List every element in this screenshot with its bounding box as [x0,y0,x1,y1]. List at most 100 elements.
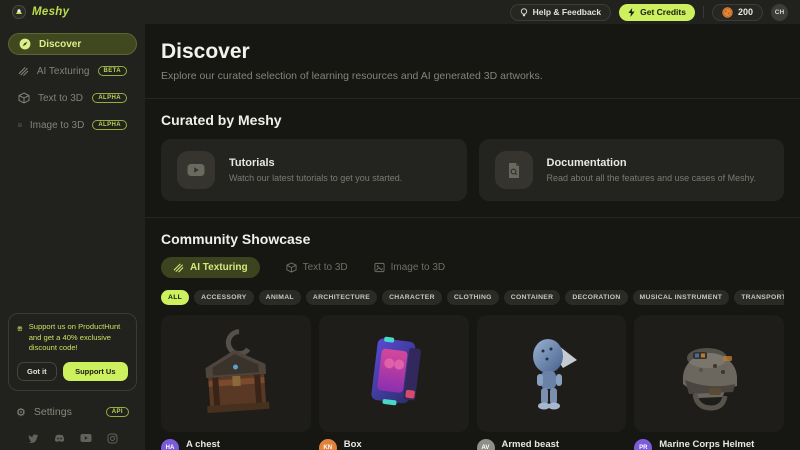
filter-all[interactable]: ALL [161,290,189,305]
page-title: Discover [161,40,784,64]
sidebar-item-discover[interactable]: Discover [8,33,137,55]
showcase-image-helmet[interactable] [634,315,784,432]
get-credits-button[interactable]: Get Credits [619,4,695,21]
author-avatar[interactable]: HA [161,439,179,450]
showcase-image-box[interactable] [319,315,469,432]
showcase-item-title: Armed beast [502,439,560,450]
image-icon [374,262,385,273]
tab-ai-texturing[interactable]: AI Texturing [161,257,260,278]
showcase-item: AV Armed beast AvAR [477,315,627,450]
sidebar-item-label: Discover [39,39,126,50]
producthunt-promo-card: Support us on ProductHunt and get a 40% … [8,313,137,391]
topbar: Meshy Help & Feedback Get Credits 200 [0,0,800,24]
youtube-icon[interactable] [80,433,92,443]
showcase-item: HA A chest Hannah [161,315,311,450]
cube-icon [18,92,30,104]
author-avatar[interactable]: KN [319,439,337,450]
filter-transportation[interactable]: TRANSPORTATION [734,290,784,305]
gear-icon: ⚙ [16,406,26,419]
sidebar-item-label: Image to 3D [30,120,84,131]
beta-badge: BETA [98,66,128,76]
divider [145,217,800,218]
filter-architecture[interactable]: ARCHITECTURE [306,290,377,305]
author-avatar[interactable]: AV [477,439,495,450]
social-links [0,433,145,444]
help-feedback-button[interactable]: Help & Feedback [510,4,612,21]
sidebar-item-ai-texturing[interactable]: AI Texturing BETA [8,60,137,82]
cube-icon [286,262,297,273]
compass-icon [19,38,31,50]
api-badge: API [106,407,129,417]
tab-text-to-3d[interactable]: Text to 3D [286,257,348,278]
topbar-separator [703,6,704,18]
get-credits-label: Get Credits [640,7,686,17]
lightning-icon [628,8,635,17]
author-avatar-initials: KN [323,445,332,450]
author-avatar-initials: AV [482,445,490,450]
got-it-button[interactable]: Got it [17,362,57,381]
filter-animal[interactable]: ANIMAL [259,290,301,305]
alpha-badge: ALPHA [92,93,127,103]
tab-label: Image to 3D [391,262,445,273]
sidebar-item-image-to-3d[interactable]: Image to 3D ALPHA [8,114,137,136]
filter-decoration[interactable]: DECORATION [565,290,627,305]
sidebar: Discover AI Texturing BETA Text to 3D AL… [0,24,145,450]
curated-card-desc: Read about all the features and use case… [547,173,756,183]
author-avatar[interactable]: PR [634,439,652,450]
category-filters: ALL ACCESSORY ANIMAL ARCHITECTURE CHARAC… [161,290,784,305]
armed-beast-3d-model [501,324,601,424]
tab-image-to-3d[interactable]: Image to 3D [374,257,445,278]
tab-label: Text to 3D [303,262,348,273]
filter-character[interactable]: CHARACTER [382,290,442,305]
curated-heading: Curated by Meshy [161,112,784,128]
showcase-item-title: Marine Corps Helmet [659,439,754,450]
filter-musical-instrument[interactable]: MUSICAL INSTRUMENT [633,290,730,305]
showcase-image-armed-beast[interactable] [477,315,627,432]
sidebar-item-label: Text to 3D [38,93,84,104]
author-avatar-initials: PR [639,445,647,450]
credits-balance[interactable]: 200 [712,4,763,21]
sidebar-item-settings[interactable]: ⚙ Settings API [0,401,145,423]
documentation-card[interactable]: Documentation Read about all the feature… [479,139,785,201]
sidebar-nav: Discover AI Texturing BETA Text to 3D AL… [0,33,145,141]
filter-clothing[interactable]: CLOTHING [447,290,499,305]
showcase-item-title: Box [344,439,376,450]
showcase-grid: HA A chest Hannah [161,315,784,450]
showcase-heading: Community Showcase [161,231,784,247]
texture-icon [173,262,184,273]
tutorials-card[interactable]: Tutorials Watch our latest tutorials to … [161,139,467,201]
image-icon [18,119,22,131]
settings-label: Settings [34,406,98,418]
showcase-image-a-chest[interactable] [161,315,311,432]
promo-text: Support us on ProductHunt and get a 40% … [29,322,128,354]
showcase-item: PR Marine Corps Helmet Proton [634,315,784,450]
credits-count: 200 [738,7,753,17]
divider [145,98,800,99]
coin-icon [722,7,733,18]
curated-card-desc: Watch our latest tutorials to get you st… [229,173,402,183]
sidebar-item-text-to-3d[interactable]: Text to 3D ALPHA [8,87,137,109]
support-us-button[interactable]: Support Us [63,362,128,381]
help-feedback-label: Help & Feedback [533,7,602,17]
alpha-badge: ALPHA [92,120,127,130]
user-avatar[interactable]: CH [771,4,788,21]
discord-icon[interactable] [54,433,65,444]
showcase-item-title: A chest [186,439,220,450]
twitter-icon[interactable] [28,433,39,444]
sci-fi-box-3d-model [344,324,444,424]
filter-container[interactable]: CONTAINER [504,290,561,305]
main-content: Discover Explore our curated selection o… [145,24,800,450]
user-avatar-initials: CH [775,9,784,16]
page-subtitle: Explore our curated selection of learnin… [161,70,784,82]
curated-card-title: Tutorials [229,157,402,169]
showcase-tabs: AI Texturing Text to 3D Image to 3D [161,257,784,278]
document-search-icon [495,151,533,189]
tab-label: AI Texturing [190,262,248,273]
helmet-3d-model [657,322,761,426]
meshy-logo[interactable]: Meshy [12,5,69,19]
gift-icon [17,322,23,335]
instagram-icon[interactable] [107,433,118,444]
texture-icon [18,65,29,77]
showcase-item: KN Box Knight42 [319,315,469,450]
filter-accessory[interactable]: ACCESSORY [194,290,254,305]
